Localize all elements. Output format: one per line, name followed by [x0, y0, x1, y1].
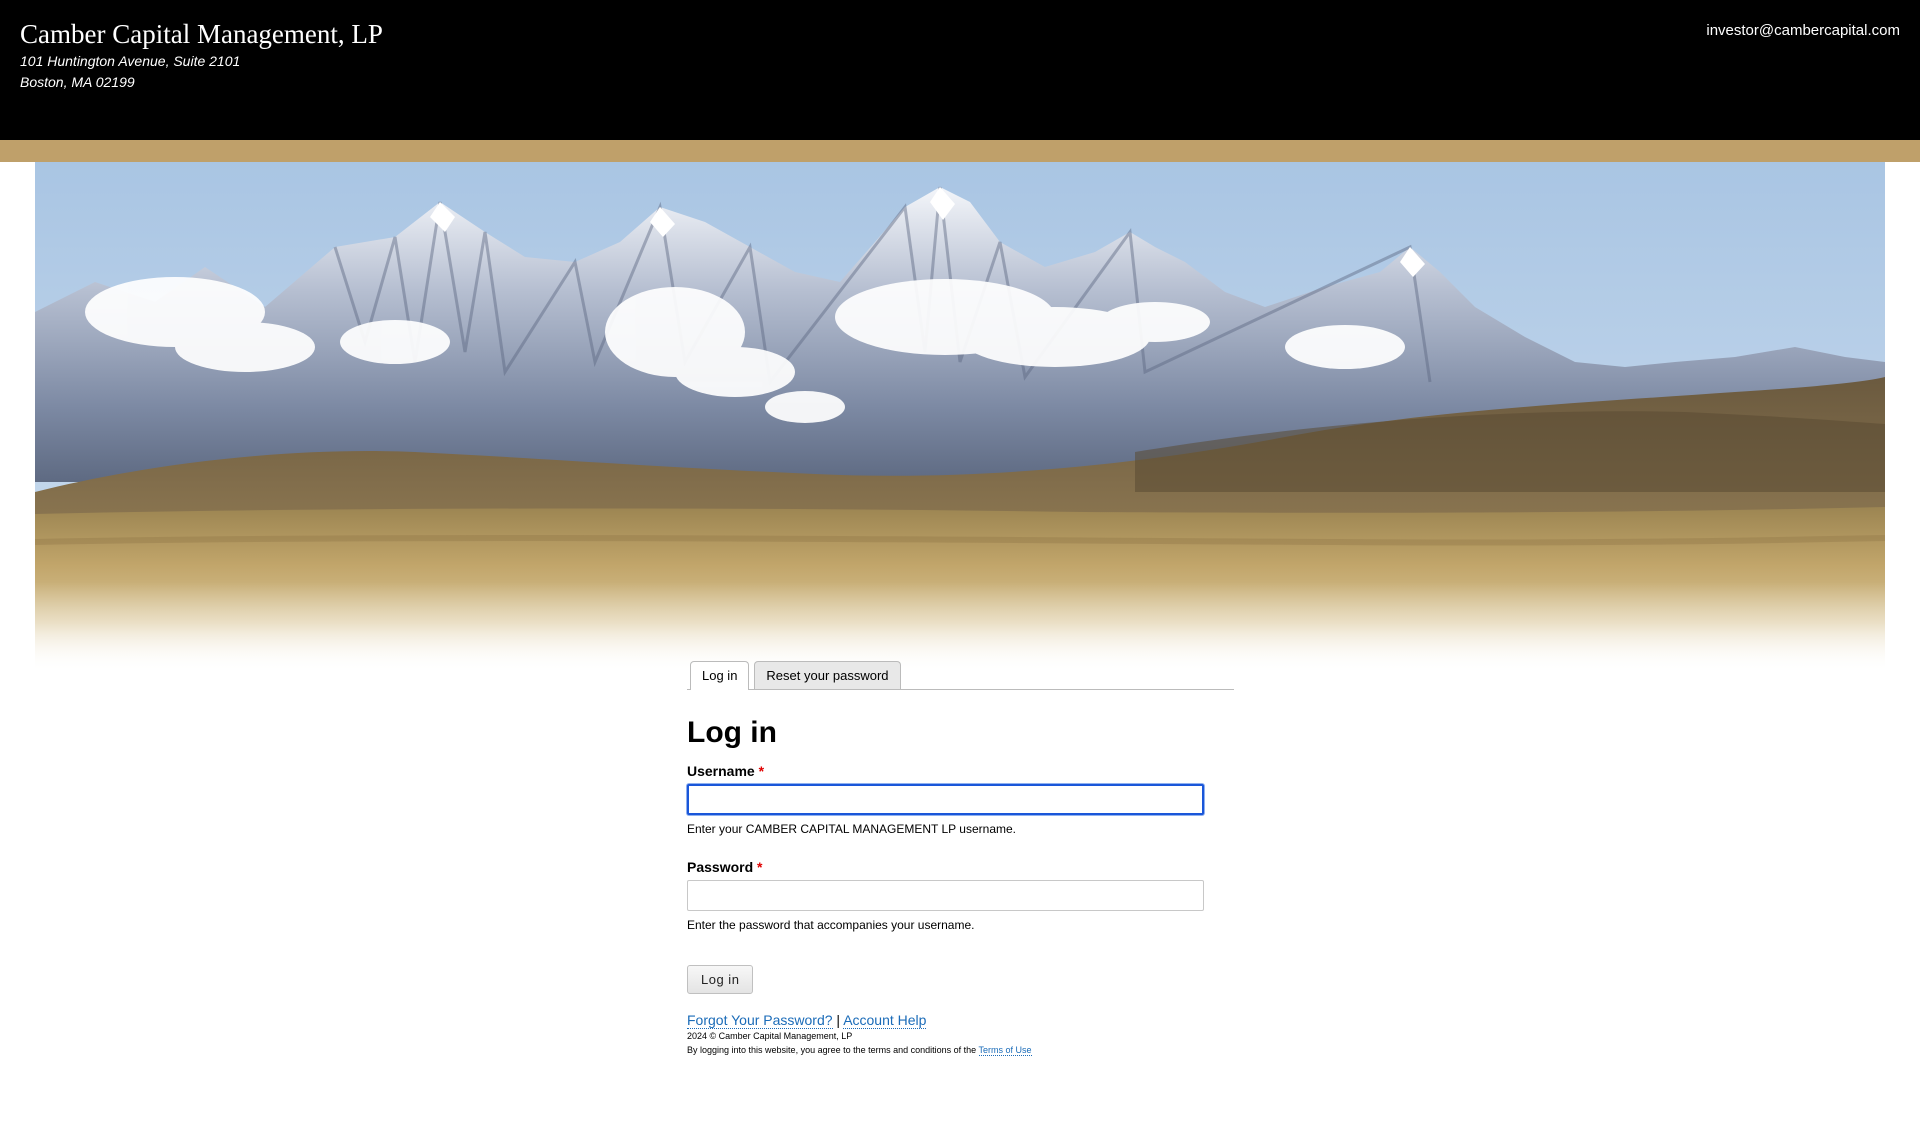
tab-log-in[interactable]: Log in: [690, 661, 750, 690]
required-marker: *: [758, 763, 765, 779]
username-field-group: Username * Enter your CAMBER CAPITAL MAN…: [687, 762, 1234, 837]
firm-name: Camber Capital Management, LP: [20, 19, 383, 49]
account-help-link[interactable]: Account Help: [843, 1012, 927, 1029]
tab-bar: Log in Reset your password: [687, 660, 1234, 690]
contact-email-link[interactable]: investor@cambercapital.com: [1706, 22, 1900, 39]
help-links: Forgot Your Password? | Account Help: [687, 1011, 1234, 1029]
username-input[interactable]: [687, 784, 1204, 815]
username-description: Enter your CAMBER CAPITAL MANAGEMENT LP …: [687, 822, 1016, 836]
address-line-1: 101 Huntington Avenue, Suite 2101: [20, 53, 241, 69]
password-label-text: Password: [687, 859, 754, 875]
address-line-2: Boston, MA 02199: [20, 74, 135, 90]
password-description: Enter the password that accompanies your…: [687, 918, 975, 932]
terms-of-use-link[interactable]: Terms of Use: [978, 1045, 1032, 1056]
copyright-text: 2024 © Camber Capital Management, LP: [687, 1031, 853, 1041]
username-label: Username *: [687, 762, 1234, 780]
terms-notice: By logging into this website, you agree …: [687, 1043, 1234, 1057]
required-marker: *: [757, 859, 763, 875]
forgot-password-link[interactable]: Forgot Your Password?: [687, 1012, 833, 1029]
hero-mountain-image: [35, 162, 1885, 672]
password-label: Password *: [687, 858, 1234, 876]
password-input[interactable]: [687, 880, 1204, 911]
password-field-group: Password * Enter the password that accom…: [687, 858, 1234, 933]
link-separator: |: [836, 1012, 841, 1028]
log-in-button[interactable]: Log in: [687, 965, 754, 994]
login-panel: Log in Reset your password Log in Userna…: [687, 660, 1234, 1057]
accent-band: [0, 140, 1920, 162]
page-title: Log in: [687, 716, 777, 749]
terms-text: By logging into this website, you agree …: [687, 1045, 977, 1055]
site-header: Camber Capital Management, LP 101 Huntin…: [0, 0, 1920, 140]
username-label-text: Username: [687, 763, 755, 779]
tab-reset-password[interactable]: Reset your password: [754, 661, 901, 689]
